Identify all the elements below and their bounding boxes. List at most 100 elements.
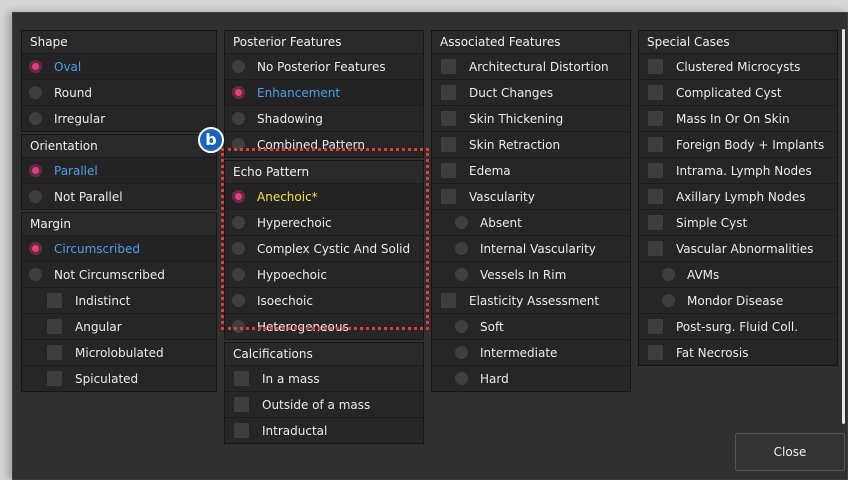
checkbox-icon[interactable]	[47, 319, 62, 334]
checkbox-option-microlobulated[interactable]: Microlobulated	[22, 339, 216, 365]
radio-option-intermediate[interactable]: Intermediate	[432, 339, 630, 365]
radio-icon[interactable]	[455, 372, 468, 385]
radio-icon[interactable]	[662, 268, 675, 281]
column-special-cases: Special Cases Clustered Microcysts Complic…	[638, 30, 838, 368]
radio-option-oval[interactable]: Oval	[22, 53, 216, 79]
annotation-badge-b: b	[198, 127, 224, 153]
checkbox-option-skin-thickening[interactable]: Skin Thickening	[432, 105, 630, 131]
checkbox-option-outside-of-a-mass[interactable]: Outside of a mass	[225, 391, 423, 417]
radio-icon[interactable]	[455, 216, 468, 229]
radio-option-mondor-disease[interactable]: Mondor Disease	[639, 287, 837, 313]
group-title: Calcifications	[225, 343, 423, 365]
checkbox-option-mass-in-or-on-skin[interactable]: Mass In Or On Skin	[639, 105, 837, 131]
checkbox-option-intraductal[interactable]: Intraductal	[225, 417, 423, 443]
radio-option-no-posterior-features[interactable]: No Posterior Features	[225, 53, 423, 79]
checkbox-option-vascularity[interactable]: Vascularity	[432, 183, 630, 209]
checkbox-option-indistinct[interactable]: Indistinct	[22, 287, 216, 313]
checkbox-option-skin-retraction[interactable]: Skin Retraction	[432, 131, 630, 157]
radio-icon[interactable]	[29, 190, 42, 203]
radio-option-enhancement[interactable]: Enhancement	[225, 79, 423, 105]
radio-icon[interactable]	[662, 294, 675, 307]
radio-icon[interactable]	[232, 112, 245, 125]
checkbox-option-complicated-cyst[interactable]: Complicated Cyst	[639, 79, 837, 105]
checkbox-option-foreign-body-implants[interactable]: Foreign Body + Implants	[639, 131, 837, 157]
radio-selected-icon[interactable]	[29, 242, 42, 255]
checkbox-option-elasticity-assessment[interactable]: Elasticity Assessment	[432, 287, 630, 313]
checkbox-icon[interactable]	[234, 371, 249, 386]
checkbox-icon[interactable]	[648, 319, 663, 334]
option-label: Circumscribed	[54, 241, 141, 256]
checkbox-icon[interactable]	[648, 345, 663, 360]
radio-option-vessels-in-rim[interactable]: Vessels In Rim	[432, 261, 630, 287]
option-label: Internal Vascularity	[480, 241, 596, 256]
radio-icon[interactable]	[455, 268, 468, 281]
option-label: Intrama. Lymph Nodes	[676, 163, 812, 178]
checkbox-option-angular[interactable]: Angular	[22, 313, 216, 339]
checkbox-icon[interactable]	[648, 241, 663, 256]
checkbox-icon[interactable]	[648, 59, 663, 74]
radio-icon[interactable]	[29, 112, 42, 125]
radio-selected-icon[interactable]	[29, 164, 42, 177]
checkbox-option-axillary-lymph-nodes[interactable]: Axillary Lymph Nodes	[639, 183, 837, 209]
radio-option-circumscribed[interactable]: Circumscribed	[22, 235, 216, 261]
radio-option-shadowing[interactable]: Shadowing	[225, 105, 423, 131]
group-title: Special Cases	[639, 31, 837, 53]
radio-option-hard[interactable]: Hard	[432, 365, 630, 391]
radio-icon[interactable]	[29, 86, 42, 99]
radio-icon[interactable]	[455, 320, 468, 333]
checkbox-option-spiculated[interactable]: Spiculated	[22, 365, 216, 391]
radio-selected-icon[interactable]	[29, 60, 42, 73]
checkbox-icon[interactable]	[47, 293, 62, 308]
checkbox-option-duct-changes[interactable]: Duct Changes	[432, 79, 630, 105]
checkbox-option-fat-necrosis[interactable]: Fat Necrosis	[639, 339, 837, 365]
checkbox-icon[interactable]	[441, 189, 456, 204]
checkbox-option-clustered-microcysts[interactable]: Clustered Microcysts	[639, 53, 837, 79]
option-label: Complicated Cyst	[676, 85, 782, 100]
checkbox-option-in-a-mass[interactable]: In a mass	[225, 365, 423, 391]
radio-option-round[interactable]: Round	[22, 79, 216, 105]
option-label: Not Parallel	[54, 189, 123, 204]
checkbox-option-post-surg-fluid-coll[interactable]: Post-surg. Fluid Coll.	[639, 313, 837, 339]
checkbox-icon[interactable]	[648, 215, 663, 230]
radio-icon[interactable]	[29, 268, 42, 281]
option-label: Vascular Abnormalities	[676, 241, 814, 256]
radio-option-soft[interactable]: Soft	[432, 313, 630, 339]
checkbox-icon[interactable]	[648, 137, 663, 152]
checkbox-icon[interactable]	[234, 397, 249, 412]
checkbox-icon[interactable]	[441, 137, 456, 152]
checkbox-icon[interactable]	[441, 111, 456, 126]
radio-option-absent[interactable]: Absent	[432, 209, 630, 235]
checkbox-icon[interactable]	[441, 293, 456, 308]
radio-option-irregular[interactable]: Irregular	[22, 105, 216, 131]
checkbox-icon[interactable]	[648, 85, 663, 100]
option-label: Axillary Lymph Nodes	[676, 189, 806, 204]
option-label: Post-surg. Fluid Coll.	[676, 319, 799, 334]
close-button[interactable]: Close	[735, 433, 845, 471]
checkbox-icon[interactable]	[47, 371, 62, 386]
checkbox-option-intrama-lymph-nodes[interactable]: Intrama. Lymph Nodes	[639, 157, 837, 183]
checkbox-icon[interactable]	[648, 163, 663, 178]
radio-option-parallel[interactable]: Parallel	[22, 157, 216, 183]
group-margin: Margin Circumscribed Not Circumscribed Indi…	[21, 212, 217, 392]
checkbox-icon[interactable]	[234, 423, 249, 438]
checkbox-icon[interactable]	[441, 59, 456, 74]
radio-icon[interactable]	[232, 60, 245, 73]
checkbox-icon[interactable]	[648, 111, 663, 126]
checkbox-option-edema[interactable]: Edema	[432, 157, 630, 183]
scrollbar[interactable]	[842, 29, 845, 424]
checkbox-option-architectural-distortion[interactable]: Architectural Distortion	[432, 53, 630, 79]
checkbox-icon[interactable]	[441, 85, 456, 100]
option-label: Indistinct	[75, 293, 131, 308]
checkbox-icon[interactable]	[47, 345, 62, 360]
radio-option-internal-vascularity[interactable]: Internal Vascularity	[432, 235, 630, 261]
radio-option-not-circumscribed[interactable]: Not Circumscribed	[22, 261, 216, 287]
radio-selected-icon[interactable]	[232, 86, 245, 99]
radio-icon[interactable]	[455, 346, 468, 359]
radio-option-not-parallel[interactable]: Not Parallel	[22, 183, 216, 209]
checkbox-option-vascular-abnormalities[interactable]: Vascular Abnormalities	[639, 235, 837, 261]
radio-icon[interactable]	[455, 242, 468, 255]
radio-option-avms[interactable]: AVMs	[639, 261, 837, 287]
checkbox-option-simple-cyst[interactable]: Simple Cyst	[639, 209, 837, 235]
checkbox-icon[interactable]	[441, 163, 456, 178]
checkbox-icon[interactable]	[648, 189, 663, 204]
